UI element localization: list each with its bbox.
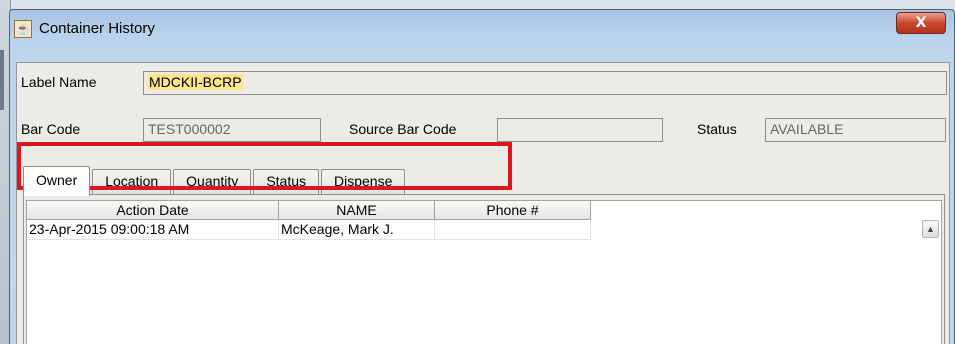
bar-code-field[interactable]: TEST000002 [143,118,321,142]
owner-history-table: Action Date NAME Phone # 23-Apr-2015 09:… [26,200,942,344]
title-bar[interactable]: ☕ Container History X [10,10,954,52]
table-row[interactable]: 23-Apr-2015 09:00:18 AM McKeage, Mark J. [27,220,591,240]
source-bar-code-label: Source Bar Code [349,121,457,137]
client-area: Label Name MDCKII-BCRP Bar Code TEST0000… [16,62,950,344]
container-history-window: ☕ Container History X Label Name MDCKII-… [9,9,955,344]
window-title: Container History [39,20,155,37]
scroll-up-arrow-icon[interactable]: ▲ [922,220,939,238]
column-header-name[interactable]: NAME [279,201,435,220]
close-button[interactable]: X [896,12,946,34]
status-field[interactable]: AVAILABLE [765,118,946,142]
cell-name: McKeage, Mark J. [279,220,435,240]
column-header-phone[interactable]: Phone # [435,201,591,220]
owner-tab-panel: Action Date NAME Phone # 23-Apr-2015 09:… [23,194,945,344]
tab-dispense[interactable]: Dispense [321,169,406,195]
column-header-action-date[interactable]: Action Date [27,201,279,220]
bar-code-label: Bar Code [21,121,81,137]
cell-action-date: 23-Apr-2015 09:00:18 AM [27,220,279,240]
tab-owner[interactable]: Owner [23,166,91,196]
label-name-field[interactable]: MDCKII-BCRP [143,71,947,95]
tab-strip: Owner Location Quantity Status Dispense [23,165,407,196]
source-bar-code-field[interactable] [497,118,663,142]
tab-quantity[interactable]: Quantity [173,169,252,195]
java-cup-icon: ☕ [14,20,32,38]
tab-location[interactable]: Location [92,169,172,195]
cell-phone [435,220,591,240]
tab-status[interactable]: Status [253,169,320,195]
table-header: Action Date NAME Phone # [27,201,591,220]
status-label: Status [697,121,737,137]
label-name-label: Label Name [21,74,97,90]
label-name-value: MDCKII-BCRP [148,74,243,90]
